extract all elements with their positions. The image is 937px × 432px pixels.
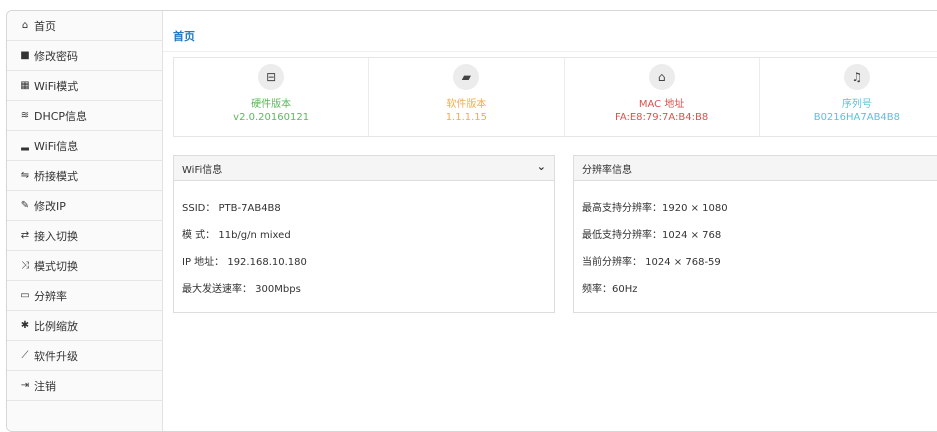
sidebar-item-mode-switch[interactable]: ⤨ 模式切换	[7, 251, 162, 281]
signal-icon: ▂	[21, 140, 29, 151]
home-icon: ⌂	[21, 20, 29, 31]
divider	[163, 51, 937, 52]
hdd-icon: ⊟	[258, 64, 285, 90]
asterisk-icon: ✱	[20, 320, 30, 331]
panel-header: 分辨率信息	[574, 156, 937, 181]
sidebar-item-software-upgrade[interactable]: ⟋ 软件升级	[7, 341, 162, 371]
info-row: 最大发送速率： 300Mbps	[182, 284, 301, 295]
info-row: 频率：60Hz	[582, 284, 638, 295]
stat-software-version: ▰ 软件版本 1.1.1.15	[369, 58, 565, 136]
panel-title: WiFi信息	[182, 164, 223, 176]
sidebar-item-scaling[interactable]: ✱ 比例缩放	[7, 311, 162, 341]
info-row: 模 式： 11b/g/n mixed	[182, 230, 291, 241]
stat-value: 1.1.1.15	[445, 112, 488, 123]
page-title: 首页	[173, 30, 195, 43]
stat-label: 软件版本	[446, 99, 487, 110]
chart-icon: ⟋	[21, 350, 29, 361]
logout-icon: ⇥	[20, 380, 30, 391]
stat-hardware-version: ⊟ 硬件版本 v2.0.20160121	[174, 58, 370, 136]
sidebar-item-label: DHCP信息	[34, 109, 88, 123]
panel-header: WiFi信息 ⌄	[174, 156, 554, 181]
sidebar-item-resolution[interactable]: ▭ 分辨率	[7, 281, 162, 311]
stats-panel: ⊟ 硬件版本 v2.0.20160121 ▰ 软件版本 1.1.1.15 ⌂ M…	[173, 57, 937, 137]
info-row: 当前分辨率： 1024 × 768-59	[582, 257, 721, 268]
sidebar: ⌂ 首页 ■ 修改密码 ▦ WiFi模式 ≋ DHCP信息 ▂ WiFi信息 ⇋ 桥接模式 …	[7, 11, 163, 431]
wifi-info-panel: WiFi信息 ⌄ SSID： PTB-7AB4B8 模 式： 11b/g/n m…	[173, 155, 555, 313]
exchange-icon: ⇄	[20, 230, 30, 241]
info-row: IP 地址： 192.168.10.180	[182, 257, 307, 268]
sidebar-item-label: 修改密码	[34, 49, 78, 63]
sidebar-item-label: 软件升级	[34, 349, 78, 363]
sidebar-item-wifi-mode[interactable]: ▦ WiFi模式	[7, 71, 162, 101]
resolution-info-panel: 分辨率信息 最高支持分辨率：1920 × 1080 最低支持分辨率：1024 ×…	[573, 155, 937, 313]
info-row: 最低支持分辨率：1024 × 768	[582, 230, 722, 241]
shuffle-icon: ⤨	[21, 260, 29, 271]
sidebar-item-bridge-mode[interactable]: ⇋ 桥接模式	[7, 161, 162, 191]
stat-serial-number: ♫ 序列号 B0216HA7AB4B8	[760, 58, 937, 136]
bridge-icon: ⇋	[20, 170, 30, 181]
bell-icon: ♫	[843, 64, 870, 90]
sidebar-item-label: 比例缩放	[34, 319, 78, 333]
panel-body: 最高支持分辨率：1920 × 1080 最低支持分辨率：1024 × 768 当…	[574, 181, 937, 301]
sidebar-item-label: 注销	[34, 379, 56, 393]
monitor-icon: ▭	[20, 290, 30, 301]
stat-label: 硬件版本	[251, 99, 292, 110]
sidebar-item-label: 模式切换	[34, 259, 78, 273]
sidebar-item-label: 分辨率	[34, 289, 67, 303]
stat-label: MAC 地址	[638, 99, 685, 110]
panel-title: 分辨率信息	[582, 164, 632, 176]
stat-value: v2.0.20160121	[233, 112, 310, 123]
sidebar-item-dhcp-info[interactable]: ≋ DHCP信息	[7, 101, 162, 131]
sidebar-item-access-switch[interactable]: ⇄ 接入切换	[7, 221, 162, 251]
stat-value: FA:E8:79:7A:B4:B8	[615, 112, 709, 123]
info-row: SSID： PTB-7AB4B8	[182, 203, 281, 214]
main-content: 首页 ⊟ 硬件版本 v2.0.20160121 ▰ 软件版本 1.1.1.15 …	[163, 11, 937, 431]
sidebar-item-label: 修改IP	[34, 199, 66, 213]
sidebar-item-change-password[interactable]: ■ 修改密码	[7, 41, 162, 71]
sidebar-item-label: 首页	[34, 19, 56, 33]
sidebar-item-home[interactable]: ⌂ 首页	[7, 11, 162, 41]
sidebar-item-label: 桥接模式	[34, 169, 78, 183]
info-row: 最高支持分辨率：1920 × 1080	[582, 203, 728, 214]
edit-icon: ✎	[20, 200, 30, 211]
stat-label: 序列号	[841, 99, 872, 110]
app-frame: ⌂ 首页 ■ 修改密码 ▦ WiFi模式 ≋ DHCP信息 ▂ WiFi信息 ⇋ 桥接模式 …	[6, 10, 937, 432]
sidebar-item-label: WiFi信息	[34, 139, 79, 153]
wifi-icon: ≋	[20, 110, 30, 121]
panel-body: SSID： PTB-7AB4B8 模 式： 11b/g/n mixed IP 地…	[174, 181, 554, 301]
stat-value: B0216HA7AB4B8	[813, 112, 901, 123]
stat-mac-address: ⌂ MAC 地址 FA:E8:79:7A:B4:B8	[565, 58, 760, 136]
book-icon: ▰	[453, 64, 480, 90]
grid-icon: ▦	[20, 80, 30, 91]
sidebar-item-logout[interactable]: ⇥ 注销	[7, 371, 162, 401]
sidebar-item-label: WiFi模式	[34, 79, 79, 93]
lock-icon: ■	[20, 50, 30, 61]
sidebar-item-wifi-info[interactable]: ▂ WiFi信息	[7, 131, 162, 161]
chevron-down-icon[interactable]: ⌄	[537, 160, 546, 173]
sidebar-item-change-ip[interactable]: ✎ 修改IP	[7, 191, 162, 221]
bank-icon: ⌂	[648, 64, 675, 90]
sidebar-item-label: 接入切换	[34, 229, 78, 243]
